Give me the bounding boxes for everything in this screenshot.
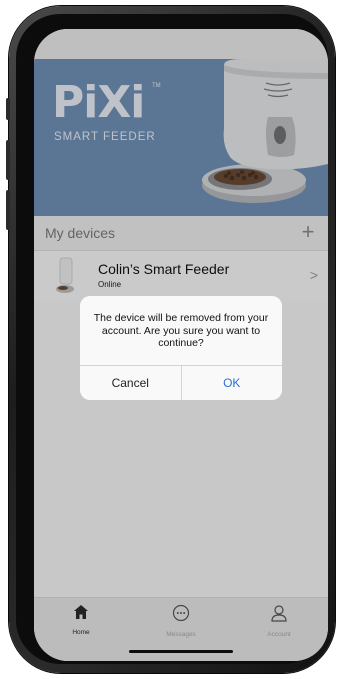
device-status: Online: [98, 280, 122, 289]
trademark-mark: TM: [152, 83, 161, 89]
add-device-button[interactable]: +: [296, 220, 320, 244]
brand-logo: PiXi: [52, 77, 145, 128]
cancel-button[interactable]: Cancel: [80, 366, 182, 400]
my-devices-header: My devices +: [34, 216, 328, 251]
chat-bubble-icon: [172, 604, 190, 622]
app-screen: PiXi TM SMART FEEDER My devices + Colin’…: [34, 29, 328, 661]
confirm-remove-dialog: The device will be removed from your acc…: [80, 296, 282, 400]
feeder-thumbnail-icon: [56, 257, 74, 293]
brand-subtitle: SMART FEEDER: [54, 131, 156, 143]
home-indicator: [129, 650, 233, 653]
ok-button[interactable]: OK: [182, 366, 283, 400]
home-icon: [74, 605, 88, 619]
device-name: Colin’s Smart Feeder: [98, 261, 230, 277]
tab-home[interactable]: Home: [46, 604, 116, 636]
dialog-message: The device will be removed from your acc…: [93, 312, 269, 349]
person-icon: [271, 605, 287, 622]
tab-label: Home: [72, 629, 90, 636]
hero-banner: PiXi TM SMART FEEDER: [34, 59, 328, 216]
tab-account[interactable]: Account: [244, 604, 314, 638]
section-title: My devices: [45, 225, 116, 241]
chevron-right-icon: >: [309, 267, 318, 283]
feeder-product-image: [202, 59, 328, 203]
device-list-item[interactable]: Colin’s Smart Feeder Online >: [34, 251, 328, 302]
tab-label: Account: [267, 631, 291, 638]
tab-messages[interactable]: Messages: [146, 604, 216, 638]
phone-side-button: [6, 140, 10, 180]
tab-label: Messages: [166, 631, 196, 638]
phone-side-button: [6, 98, 10, 120]
dialog-actions: Cancel OK: [80, 365, 282, 400]
phone-side-button: [6, 190, 10, 230]
status-bar: [34, 29, 328, 59]
